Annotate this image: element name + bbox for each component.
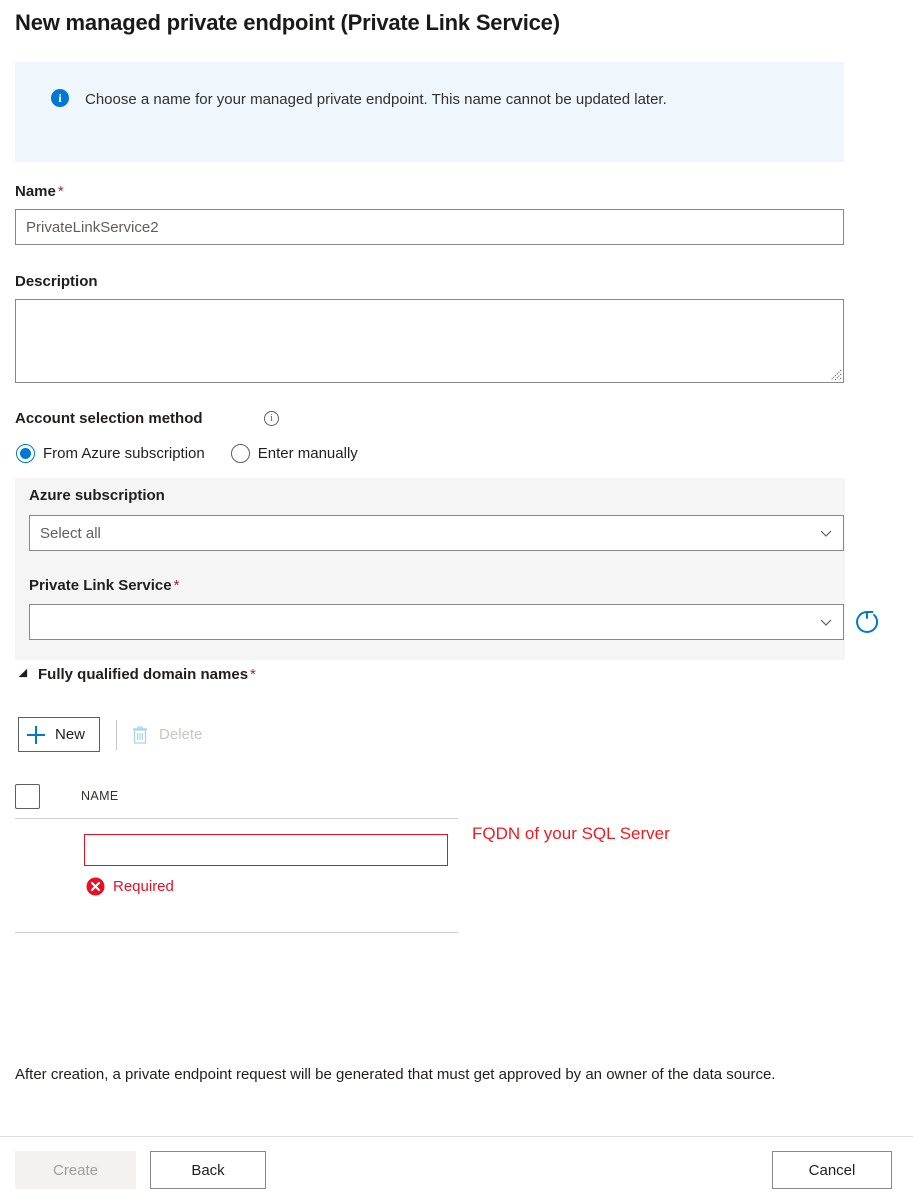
- table-header-divider: [15, 818, 458, 819]
- page-title: New managed private endpoint (Private Li…: [15, 10, 560, 35]
- chevron-down-icon: [820, 530, 832, 537]
- radio-enter-manually-circle[interactable]: [230, 444, 250, 463]
- error-circle-icon: [86, 877, 105, 896]
- description-textarea[interactable]: [15, 299, 844, 383]
- resize-handle-icon[interactable]: [828, 367, 842, 381]
- radio-from-azure-subscription-circle[interactable]: [16, 444, 35, 463]
- description-label: Description: [15, 273, 98, 290]
- refresh-icon[interactable]: [853, 608, 881, 636]
- info-banner-text: Choose a name for your managed private e…: [85, 91, 667, 108]
- account-selection-label: Account selection method: [15, 410, 203, 427]
- private-link-service-label: Private Link Service *: [29, 577, 179, 594]
- info-circle-icon: i: [51, 89, 69, 107]
- footer-note: After creation, a private endpoint reque…: [15, 1066, 776, 1083]
- table-row-divider: [15, 932, 458, 933]
- info-banner: i Choose a name for your managed private…: [15, 62, 844, 162]
- fqdn-name-input[interactable]: [84, 834, 448, 866]
- fqdn-command-bar: New Delete: [18, 717, 202, 752]
- private-link-service-select[interactable]: [29, 604, 844, 640]
- new-button-label: New: [55, 726, 86, 743]
- name-label-text: Name: [15, 183, 56, 200]
- column-header-name: NAME: [81, 789, 119, 803]
- footer-divider: [0, 1136, 913, 1137]
- back-button[interactable]: Back: [150, 1151, 266, 1189]
- new-button[interactable]: New: [18, 717, 101, 752]
- triangle-expanded-icon[interactable]: [18, 668, 32, 681]
- fqdn-annotation: FQDN of your SQL Server: [472, 824, 670, 843]
- fqdn-section-title: Fully qualified domain names *: [38, 666, 256, 683]
- radio-from-azure-subscription[interactable]: From Azure subscription: [16, 444, 205, 463]
- fqdn-required-asterisk: *: [250, 666, 256, 683]
- info-outline-icon[interactable]: i: [264, 411, 279, 426]
- account-selection-radio-group: From Azure subscription Enter manually: [16, 444, 384, 463]
- trash-icon: [133, 725, 148, 744]
- azure-subscription-label: Azure subscription: [29, 487, 165, 504]
- required-error-text: Required: [113, 878, 174, 895]
- command-bar-divider: [116, 719, 118, 750]
- select-all-checkbox[interactable]: [15, 783, 40, 809]
- name-label: Name *: [15, 183, 64, 200]
- radio-from-azure-subscription-label: From Azure subscription: [43, 445, 205, 462]
- create-button[interactable]: Create: [15, 1151, 136, 1189]
- delete-button-label: Delete: [159, 726, 203, 743]
- chevron-down-icon: [820, 619, 832, 626]
- fqdn-validation-message: Required: [86, 877, 174, 896]
- name-input[interactable]: [15, 209, 844, 245]
- radio-enter-manually-label: Enter manually: [257, 445, 358, 462]
- fqdn-table-header: NAME: [15, 778, 458, 814]
- azure-subscription-value: Select all: [40, 524, 101, 542]
- azure-subscription-select[interactable]: Select all: [29, 515, 844, 551]
- fqdn-section-header[interactable]: Fully qualified domain names *: [18, 666, 256, 683]
- cancel-button[interactable]: Cancel: [772, 1151, 892, 1189]
- radio-enter-manually[interactable]: Enter manually: [230, 444, 358, 463]
- private-link-service-required-asterisk: *: [173, 577, 180, 594]
- delete-button: Delete: [131, 725, 202, 745]
- plus-icon: [27, 725, 45, 744]
- name-required-asterisk: *: [57, 183, 64, 200]
- private-link-service-label-text: Private Link Service: [29, 577, 172, 594]
- new-managed-private-endpoint-panel: New managed private endpoint (Private Li…: [0, 0, 913, 1200]
- fqdn-section-title-text: Fully qualified domain names: [38, 666, 249, 683]
